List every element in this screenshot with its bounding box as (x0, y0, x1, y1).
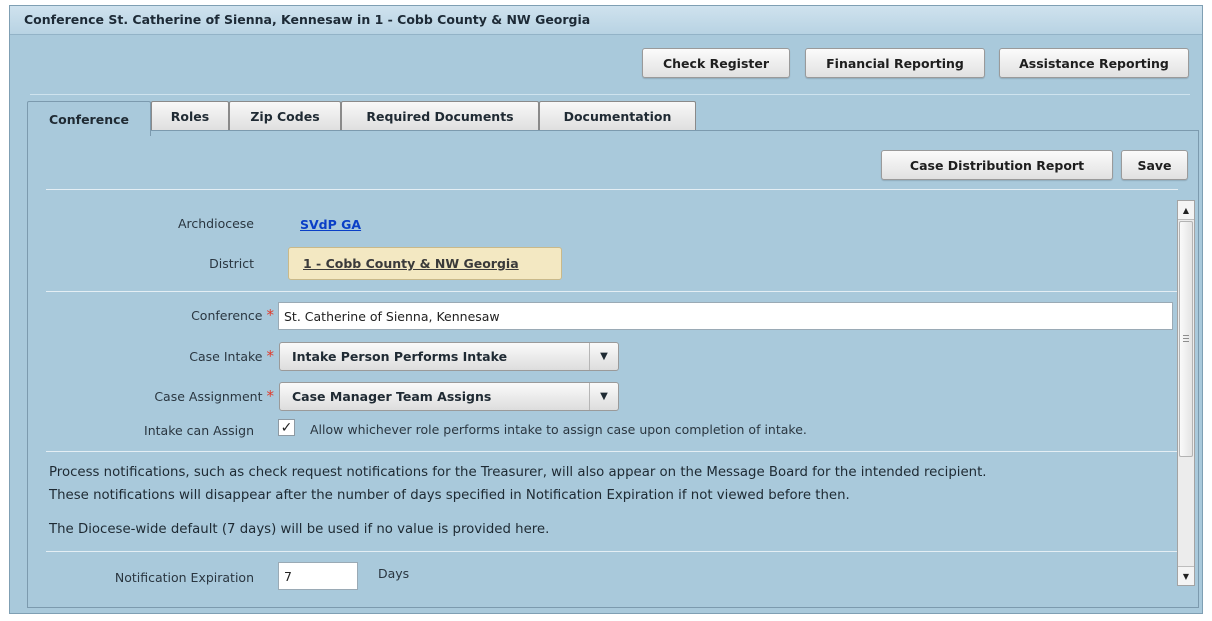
tab-roles[interactable]: Roles (151, 101, 229, 131)
district-link[interactable]: 1 - Cobb County & NW Georgia (288, 247, 562, 280)
required-marker: * (266, 306, 275, 324)
tab-zip-codes[interactable]: Zip Codes (229, 101, 341, 131)
conference-panel: Case Distribution Report Save Archdioces… (27, 130, 1199, 608)
notification-info-line2: These notifications will disappear after… (49, 488, 850, 503)
check-register-button[interactable]: Check Register (642, 48, 790, 78)
archdiocese-label: Archdiocese (177, 216, 254, 231)
panel-scrollbar[interactable]: ▲ ▼ (1177, 200, 1195, 586)
tab-conference[interactable]: Conference (27, 101, 151, 136)
conference-label-text: Conference (191, 308, 263, 323)
conference-window: Conference St. Catherine of Sienna, Kenn… (9, 5, 1203, 614)
scrollbar-thumb[interactable] (1179, 221, 1193, 457)
grip-icon (1183, 335, 1189, 343)
chevron-down-icon[interactable]: ▼ (589, 343, 618, 370)
case-intake-select[interactable]: Intake Person Performs Intake ▼ (279, 342, 619, 371)
conference-label: Conference * (88, 306, 274, 324)
notification-info-line1: Process notifications, such as check req… (49, 465, 987, 480)
assistance-reporting-button[interactable]: Assistance Reporting (999, 48, 1189, 78)
divider (46, 551, 1178, 552)
intake-can-assign-description: Allow whichever role performs intake to … (310, 422, 807, 437)
archdiocese-link[interactable]: SVdP GA (300, 217, 361, 232)
notification-expiration-unit: Days (378, 566, 410, 581)
notification-expiration-label: Notification Expiration (114, 570, 254, 585)
conference-name-input[interactable]: St. Catherine of Sienna, Kennesaw (278, 302, 1173, 330)
case-intake-label: Case Intake * (88, 347, 274, 365)
divider (46, 451, 1178, 452)
case-distribution-report-button[interactable]: Case Distribution Report (881, 150, 1113, 180)
case-assignment-label-text: Case Assignment (154, 389, 263, 404)
financial-reporting-button[interactable]: Financial Reporting (805, 48, 985, 78)
case-assignment-value: Case Manager Team Assigns (292, 389, 492, 404)
case-assignment-select[interactable]: Case Manager Team Assigns ▼ (279, 382, 619, 411)
district-label: District (209, 256, 254, 271)
required-marker: * (266, 347, 275, 365)
tab-documentation[interactable]: Documentation (539, 101, 696, 131)
intake-can-assign-label: Intake can Assign (144, 423, 254, 438)
case-assignment-label: Case Assignment * (88, 387, 274, 405)
case-intake-label-text: Case Intake (189, 349, 263, 364)
window-title: Conference St. Catherine of Sienna, Kenn… (10, 6, 1202, 35)
divider (46, 291, 1178, 292)
chevron-down-icon[interactable]: ▼ (589, 383, 618, 410)
notification-default-note: The Diocese-wide default (7 days) will b… (49, 522, 550, 537)
scroll-down-icon[interactable]: ▼ (1178, 566, 1194, 585)
divider (46, 189, 1178, 190)
intake-can-assign-checkbox[interactable]: ✓ (278, 419, 295, 436)
notification-expiration-input[interactable]: 7 (278, 562, 358, 590)
save-button[interactable]: Save (1121, 150, 1188, 180)
tab-required-documents[interactable]: Required Documents (341, 101, 539, 131)
toolbar-divider (30, 94, 1190, 95)
required-marker: * (266, 387, 275, 405)
check-icon: ✓ (280, 419, 293, 436)
case-intake-value: Intake Person Performs Intake (292, 349, 508, 364)
scroll-up-icon[interactable]: ▲ (1178, 201, 1194, 220)
